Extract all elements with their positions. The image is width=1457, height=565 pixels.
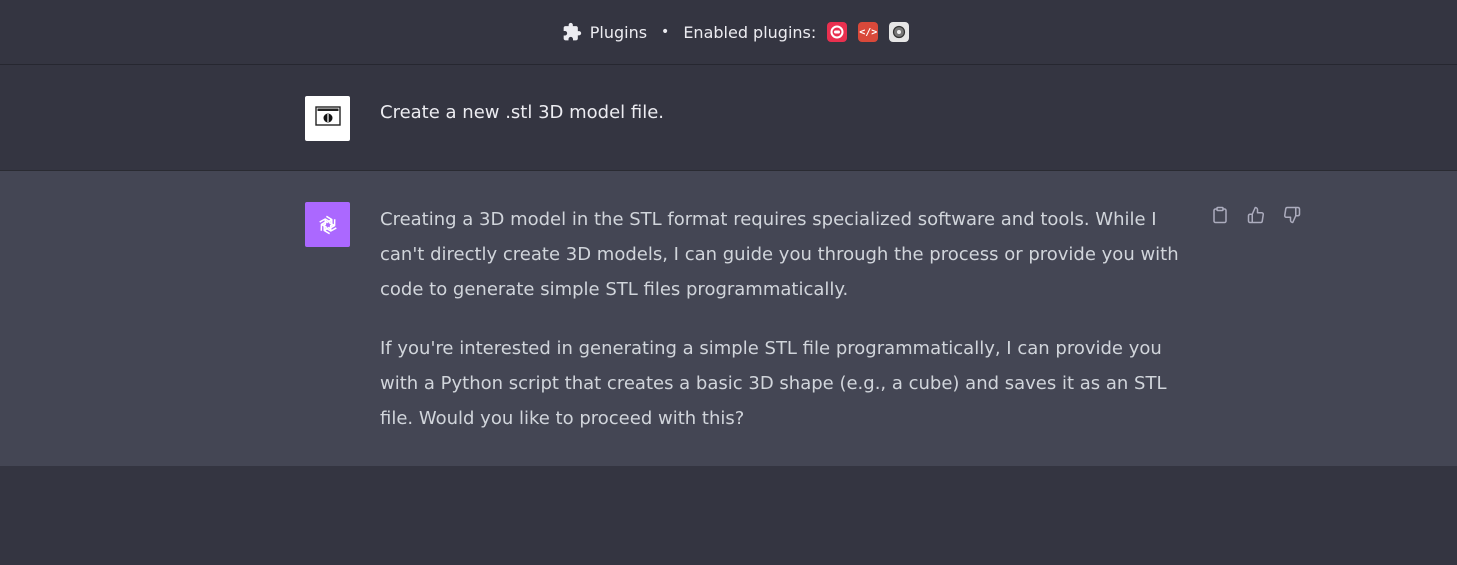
assistant-paragraph-2: If you're interested in generating a sim…	[380, 338, 1167, 429]
assistant-message-text: Creating a 3D model in the STL format re…	[380, 202, 1190, 460]
header-content: Plugins • Enabled plugins: </>	[562, 22, 910, 42]
assistant-paragraph-1: Creating a 3D model in the STL format re…	[380, 209, 1179, 300]
separator-dot: •	[661, 24, 670, 40]
empty-footer-area	[0, 467, 1457, 565]
thumbs-up-icon[interactable]	[1247, 206, 1267, 226]
thumbs-down-icon[interactable]	[1283, 206, 1303, 226]
user-avatar	[305, 96, 350, 141]
plugin-icon-3[interactable]	[889, 22, 910, 42]
conversation-header: Plugins • Enabled plugins: </>	[0, 0, 1457, 65]
copy-clipboard-icon[interactable]	[1211, 206, 1231, 226]
user-message	[0, 65, 1457, 171]
puzzle-icon	[562, 22, 582, 42]
message-actions	[1211, 206, 1303, 226]
assistant-avatar	[305, 202, 350, 247]
plugins-label: Plugins	[589, 22, 648, 42]
plugin-icon-2[interactable]: </>	[858, 22, 879, 42]
plugin-icon-1[interactable]	[827, 22, 848, 42]
openai-logo-icon	[315, 212, 341, 238]
enabled-plugins-label: Enabled plugins:	[683, 22, 817, 42]
user-message-text: Create a new .stl 3D model file.	[380, 102, 665, 123]
